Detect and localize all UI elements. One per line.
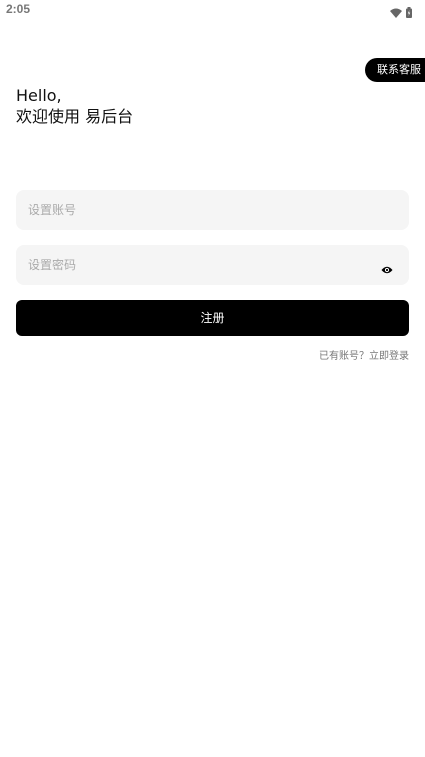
wifi-icon bbox=[390, 3, 402, 22]
greeting-hello: Hello, bbox=[16, 86, 62, 105]
password-field-container bbox=[16, 245, 409, 285]
account-input[interactable] bbox=[16, 190, 358, 230]
account-field-container bbox=[16, 190, 409, 230]
status-icons bbox=[390, 3, 412, 22]
status-time: 2:05 bbox=[6, 2, 31, 16]
status-bar: 2:05 bbox=[0, 0, 425, 20]
greeting: Hello, 欢迎使用 易后台 bbox=[16, 85, 133, 127]
greeting-welcome: 欢迎使用 易后台 bbox=[16, 107, 134, 126]
register-button[interactable]: 注册 bbox=[16, 300, 409, 336]
login-link[interactable]: 已有账号？立即登录 bbox=[319, 347, 409, 362]
password-input[interactable] bbox=[16, 245, 358, 285]
battery-icon bbox=[406, 3, 412, 22]
eye-icon[interactable] bbox=[381, 260, 393, 274]
contact-support-button[interactable]: 联系客服 bbox=[365, 58, 425, 82]
